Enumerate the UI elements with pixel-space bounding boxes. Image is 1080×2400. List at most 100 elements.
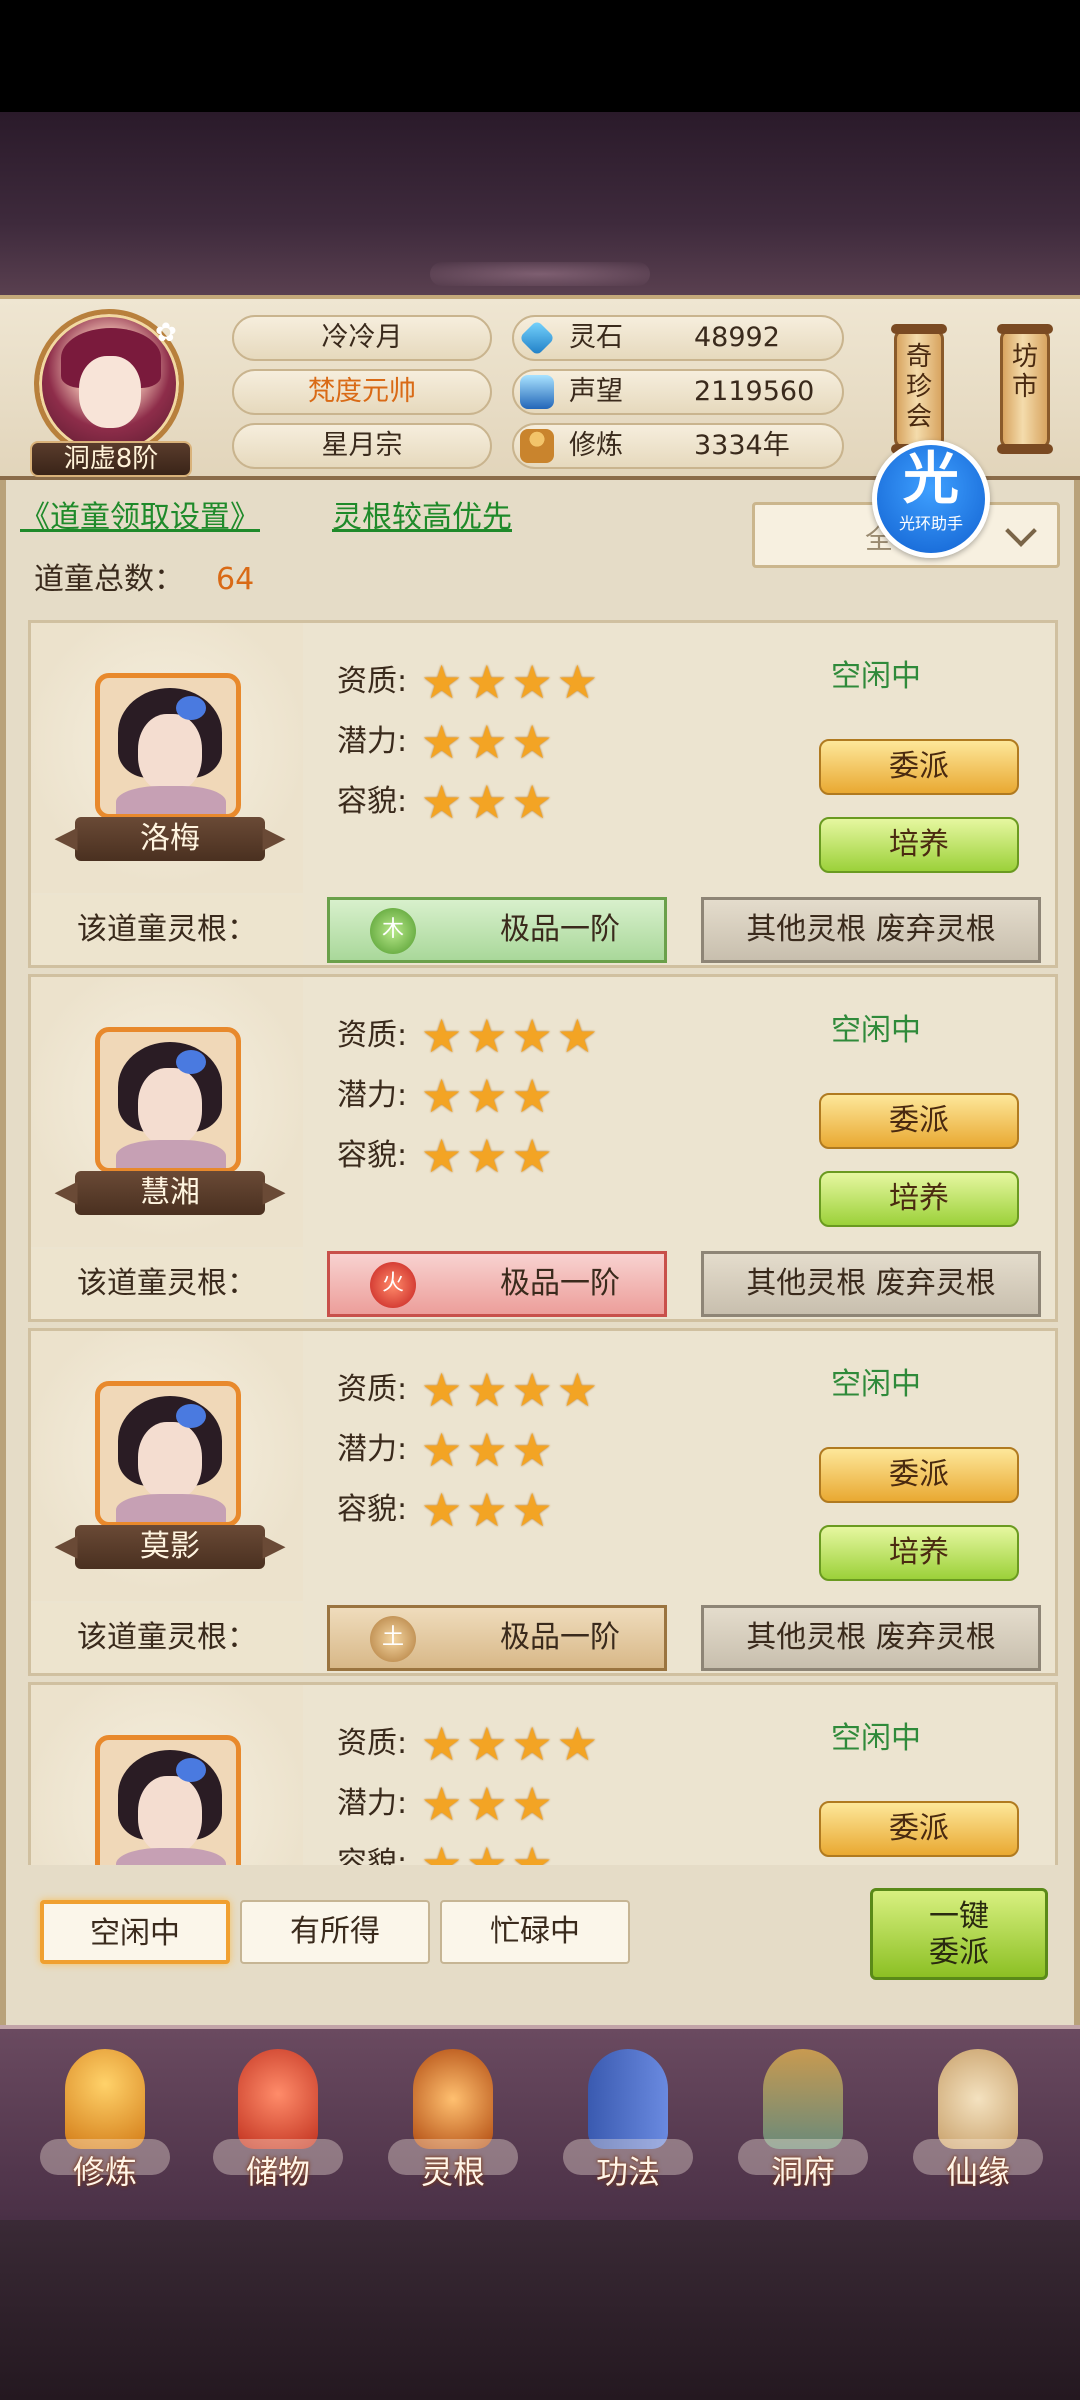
aptitude-label: 资质: [337,1726,408,1761]
hair-ornament [176,696,206,720]
player-sect: 星月宗 [232,423,492,469]
star-icon: ★ [511,655,553,709]
spirit-root-row: 该道童灵根： 木 极品一阶 其他灵根 废弃灵根 [31,895,1055,965]
nav-skills[interactable]: 功法 [553,2043,703,2213]
aptitude-stars: ★★★★ [421,657,602,707]
avatar[interactable]: ✿ [34,309,184,459]
one-click-line: 一键 [929,1899,989,1934]
appearance-label: 容貌: [337,1492,408,1527]
portrait-body [116,786,226,814]
star-icon: ★ [511,1717,553,1771]
other-root-button[interactable]: 其他灵根 废弃灵根 [701,1605,1041,1671]
aptitude-label: 资质: [337,664,408,699]
star-icon: ★ [421,1423,463,1477]
spirit-stone-icon [518,319,556,357]
bottom-decoration [0,2220,1080,2400]
cultivate-icon [65,2049,145,2149]
hair-ornament [176,1050,206,1074]
nav-fate[interactable]: 仙缘 [903,2043,1053,2213]
dispatch-button[interactable]: 委派 [819,1447,1019,1503]
disciple-list[interactable]: ◀ 洛梅 ▶ 资质: ★★★★ 潜力: ★★★ 容貌: ★★★ 空闲中 委派 培… [28,620,1058,1865]
portrait-area: ◀ 莫影 ▶ [31,1331,303,1601]
resource-value: 48992 [694,322,780,353]
root-badge[interactable]: 木 极品一阶 [327,897,667,963]
star-icon: ★ [466,1423,508,1477]
potential-row: 潜力: ★★★ [337,1071,553,1121]
one-click-dispatch-button[interactable]: 一键 委派 [870,1888,1048,1980]
disciple-card: ◀ ▶ 资质: ★★★★ 潜力: ★★★ 容貌: ★★★ 空闲中 委派 培养 该 [28,1682,1058,1865]
priority-link[interactable]: 灵根较高优先 [332,498,512,538]
potential-stars: ★★★ [421,1779,557,1829]
nav-cave[interactable]: 洞府 [728,2043,878,2213]
disciple-name: 莫影 [140,1529,200,1564]
appearance-row: 容貌: ★★★ [337,1839,553,1865]
aptitude-row: 资质: ★★★★ [337,1365,598,1415]
hair-ornament [176,1404,206,1428]
train-button[interactable]: 培养 [819,1171,1019,1227]
root-badge[interactable]: 火 极品一阶 [327,1251,667,1317]
root-grade: 极品一阶 [500,1266,620,1301]
helper-floating-badge[interactable]: 光 光环助手 [872,440,990,558]
disciple-portrait[interactable] [95,673,241,819]
portrait-face [138,714,202,792]
arrow-right-icon: ▶ [262,1528,286,1563]
resource-label: 修炼 [569,430,623,461]
status-text: 空闲中 [831,659,921,694]
portrait-area: ◀ 洛梅 ▶ [31,623,303,893]
star-icon: ★ [556,655,598,709]
aptitude-label: 资质: [337,1372,408,1407]
star-icon: ★ [421,1483,463,1537]
dispatch-button[interactable]: 委派 [819,1093,1019,1149]
potential-stars: ★★★ [421,1425,557,1475]
disciple-portrait[interactable] [95,1027,241,1173]
resource-reputation: 声望 2119560 [512,369,844,415]
root-badge[interactable]: 土 极品一阶 [327,1605,667,1671]
aptitude-row: 资质: ★★★★ [337,1011,598,1061]
skill-book-icon [588,2049,668,2149]
potential-label: 潜力: [337,1432,408,1467]
treasure-char: 会 [905,402,932,432]
star-icon: ★ [466,1837,508,1865]
chevron-down-icon [1005,515,1037,547]
disciple-portrait[interactable] [95,1735,241,1865]
filter-bar: 空闲中 有所得 忙碌中 一键 委派 [28,1888,1058,1980]
star-icon: ★ [511,1363,553,1417]
train-button[interactable]: 培养 [819,1525,1019,1581]
status-text: 空闲中 [831,1721,921,1756]
aptitude-row: 资质: ★★★★ [337,1719,598,1769]
storage-bag-icon [238,2049,318,2149]
nav-spirit-root[interactable]: 灵根 [378,2043,528,2213]
dispatch-button[interactable]: 委派 [819,739,1019,795]
star-icon: ★ [511,1837,553,1865]
cave-dwelling-icon [763,2049,843,2149]
star-icon: ★ [421,775,463,829]
treasure-fair-button[interactable]: 奇 珍 会 [891,324,947,454]
nav-label: 洞府 [770,2153,835,2191]
realm-badge: 洞虚8阶 [30,441,192,477]
tab-busy[interactable]: 忙碌中 [440,1900,630,1964]
dispatch-button[interactable]: 委派 [819,1801,1019,1857]
player-name: 冷冷月 [232,315,492,361]
disciple-name-plate: ◀ 洛梅 ▶ [54,817,286,861]
treasure-char: 奇 [905,342,932,372]
player-avatar-area[interactable]: ✿ 洞虚8阶 [22,305,197,480]
other-root-button[interactable]: 其他灵根 废弃灵根 [701,897,1041,963]
train-button[interactable]: 培养 [819,817,1019,873]
tab-idle[interactable]: 空闲中 [40,1900,230,1964]
nav-cultivate[interactable]: 修炼 [30,2043,180,2213]
reputation-crystal-icon [520,375,554,409]
nav-storage[interactable]: 储物 [203,2043,353,2213]
market-button[interactable]: 坊 市 [997,324,1053,454]
arrow-left-icon: ◀ [54,1174,78,1209]
tab-gained[interactable]: 有所得 [240,1900,430,1964]
collection-settings-link[interactable]: 《道童领取设置》 [20,498,260,538]
aptitude-stars: ★★★★ [421,1011,602,1061]
disciple-portrait[interactable] [95,1381,241,1527]
element-icon: 土 [370,1616,416,1662]
star-icon: ★ [511,715,553,769]
other-root-button[interactable]: 其他灵根 废弃灵根 [701,1251,1041,1317]
aptitude-label: 资质: [337,1018,408,1053]
nav-label: 灵根 [420,2153,485,2191]
scroll-cap [997,324,1053,334]
spirit-root-icon [413,2049,493,2149]
